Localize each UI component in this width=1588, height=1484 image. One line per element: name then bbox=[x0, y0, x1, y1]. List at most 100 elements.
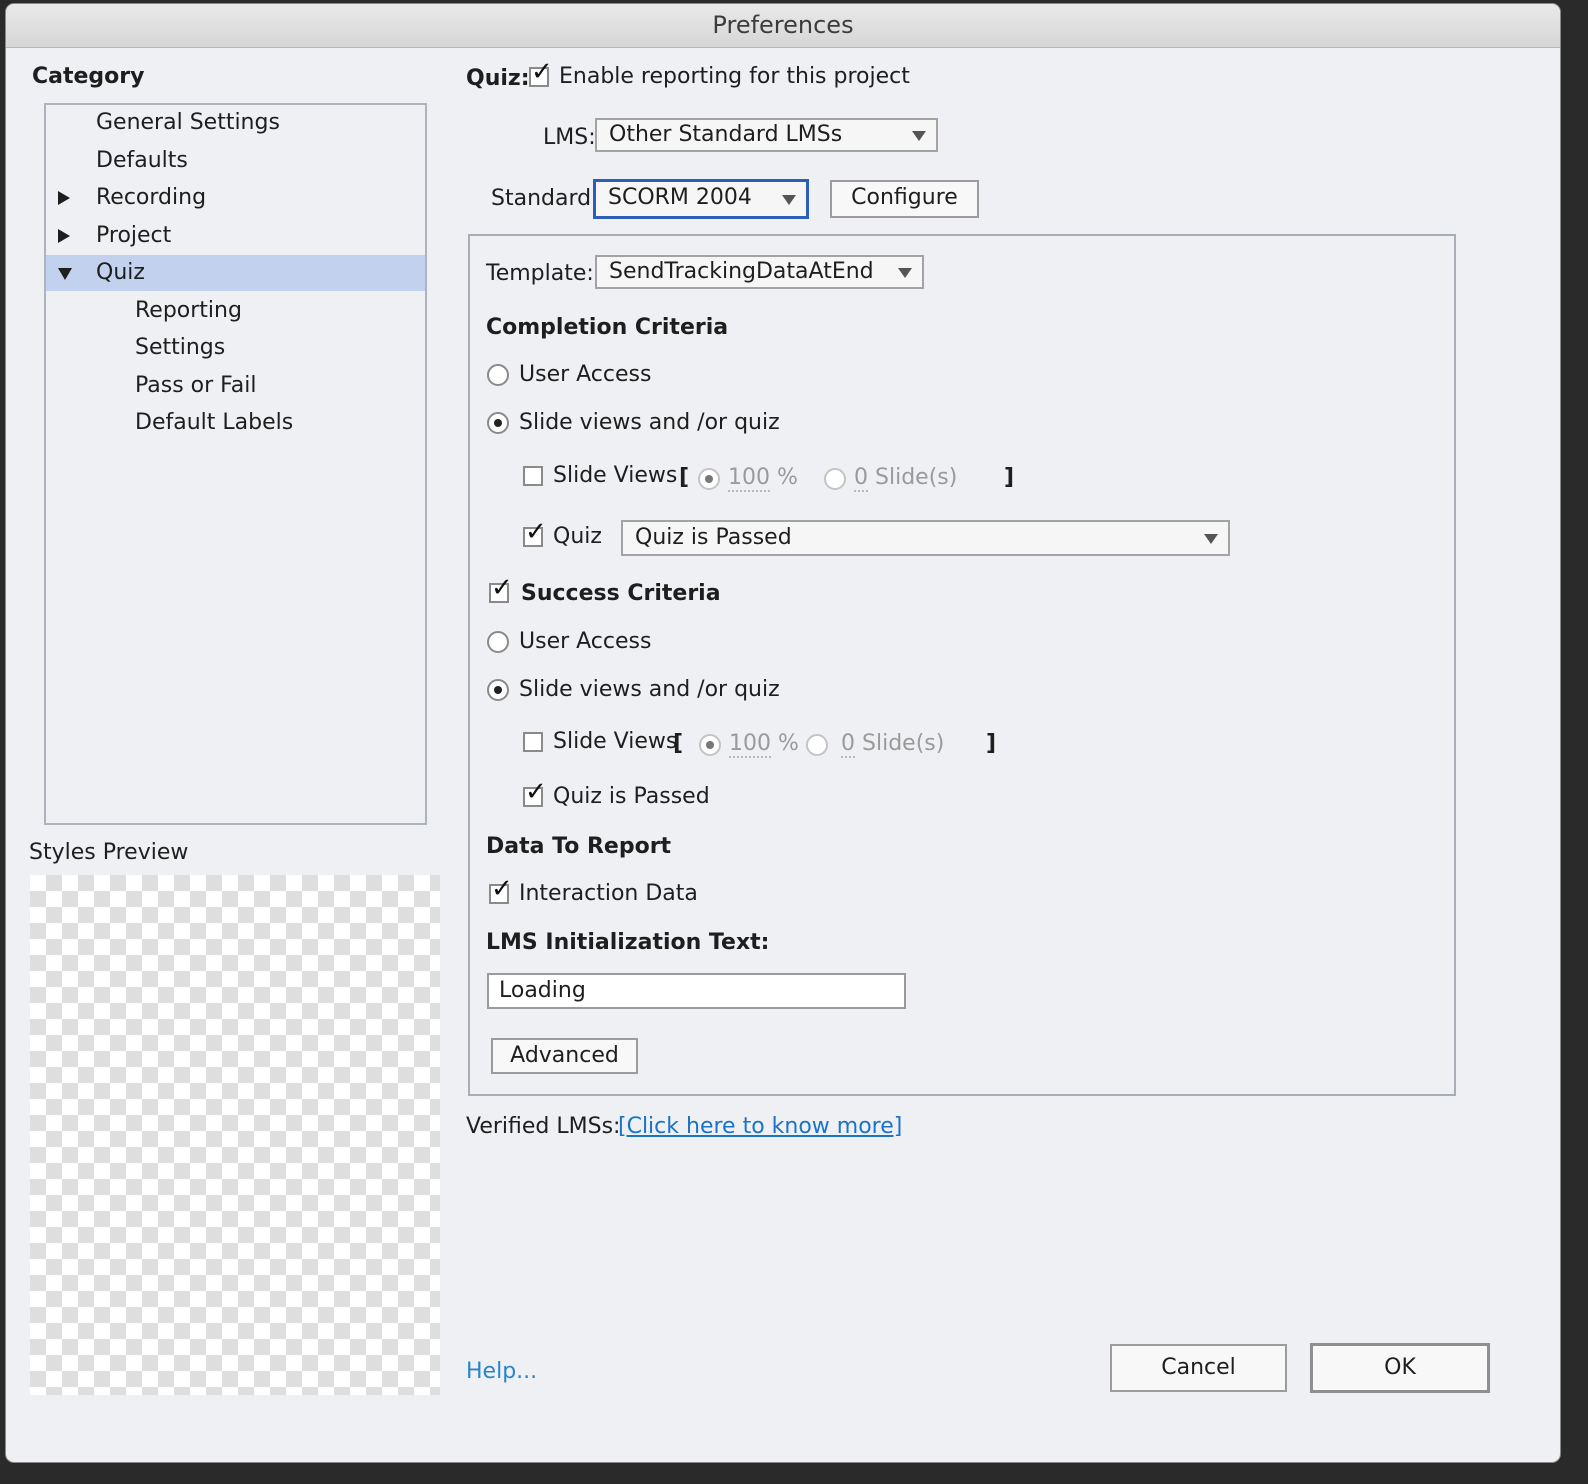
tree-item-general-settings[interactable]: General Settings bbox=[46, 105, 425, 141]
tree-item-reporting[interactable]: Reporting bbox=[46, 293, 425, 329]
lms-value: Other Standard LMSs bbox=[609, 122, 843, 147]
template-value: SendTrackingDataAtEnd bbox=[609, 259, 874, 284]
interaction-data-checkbox[interactable]: ✓ bbox=[489, 876, 513, 904]
tree-item-settings[interactable]: Settings bbox=[46, 330, 425, 366]
window-title: Preferences bbox=[6, 4, 1560, 48]
success-criteria-heading: Success Criteria bbox=[521, 581, 721, 606]
completion-percent-field[interactable]: 100 % bbox=[728, 465, 798, 492]
preferences-dialog: Preferences Category General Settings De… bbox=[6, 4, 1560, 1462]
completion-user-access-radio[interactable] bbox=[487, 364, 509, 386]
tree-item-label: Quiz bbox=[96, 260, 145, 285]
template-label: Template: bbox=[486, 261, 594, 286]
configure-button[interactable]: Configure bbox=[830, 180, 979, 218]
checkmark-icon: ✓ bbox=[525, 777, 547, 807]
success-slide-views-quiz-radio[interactable] bbox=[487, 679, 509, 701]
chevron-down-icon bbox=[912, 131, 926, 141]
collapse-arrow-icon[interactable] bbox=[58, 268, 72, 280]
completion-quiz-dropdown[interactable]: Quiz is Passed bbox=[621, 520, 1230, 556]
completion-percent-value: 100 bbox=[728, 465, 770, 492]
quiz-label: Quiz: bbox=[466, 66, 530, 91]
completion-percent-unit: % bbox=[777, 465, 798, 490]
tree-item-label: Project bbox=[96, 223, 172, 248]
completion-slides-unit: Slide(s) bbox=[875, 465, 958, 490]
completion-quiz-label: Quiz bbox=[553, 524, 602, 549]
completion-quiz-value: Quiz is Passed bbox=[635, 525, 792, 550]
completion-bracket-open: [ bbox=[679, 465, 690, 490]
tree-item-pass-or-fail[interactable]: Pass or Fail bbox=[46, 368, 425, 404]
tree-item-default-labels[interactable]: Default Labels bbox=[46, 405, 425, 441]
tree-item-label: Reporting bbox=[135, 298, 242, 323]
checkmark-icon: ✓ bbox=[491, 874, 513, 904]
checkmark-icon: ✓ bbox=[491, 573, 513, 603]
verified-lms-label: Verified LMSs: bbox=[466, 1114, 621, 1139]
styles-preview-label: Styles Preview bbox=[29, 840, 189, 865]
success-bracket-close: ] bbox=[986, 731, 997, 756]
lms-dropdown[interactable]: Other Standard LMSs bbox=[595, 118, 938, 152]
tree-item-label: General Settings bbox=[96, 110, 280, 135]
tree-item-defaults[interactable]: Defaults bbox=[46, 143, 425, 179]
tree-item-project[interactable]: Project bbox=[46, 218, 425, 254]
success-bracket-open: [ bbox=[673, 731, 684, 756]
interaction-data-label: Interaction Data bbox=[519, 881, 698, 906]
styles-preview-canvas bbox=[30, 875, 440, 1395]
tree-item-label: Pass or Fail bbox=[135, 373, 257, 398]
tree-item-recording[interactable]: Recording bbox=[46, 180, 425, 216]
category-tree[interactable]: General Settings Defaults Recording Proj… bbox=[44, 103, 427, 825]
success-user-access-radio[interactable] bbox=[487, 631, 509, 653]
chevron-down-icon bbox=[782, 195, 796, 205]
success-slide-views-checkbox[interactable] bbox=[523, 732, 543, 752]
category-heading: Category bbox=[32, 64, 145, 89]
enable-reporting-checkbox[interactable]: ✓ bbox=[529, 59, 553, 87]
success-percent-radio[interactable] bbox=[699, 734, 721, 756]
chevron-down-icon bbox=[898, 268, 912, 278]
success-percent-unit: % bbox=[778, 731, 799, 756]
tree-item-label: Recording bbox=[96, 185, 207, 210]
completion-bracket-close: ] bbox=[1004, 465, 1015, 490]
standard-dropdown[interactable]: SCORM 2004 bbox=[593, 179, 809, 219]
verified-lms-link[interactable]: [Click here to know more] bbox=[618, 1114, 902, 1139]
completion-slide-views-checkbox[interactable] bbox=[523, 466, 543, 486]
completion-slides-field[interactable]: 0 Slide(s) bbox=[854, 465, 958, 492]
checkmark-icon: ✓ bbox=[525, 517, 547, 547]
standard-label: Standard: bbox=[491, 186, 599, 211]
tree-item-quiz[interactable]: Quiz bbox=[46, 255, 425, 291]
chevron-down-icon bbox=[1204, 534, 1218, 544]
success-slides-unit: Slide(s) bbox=[862, 731, 945, 756]
radio-selected-dot bbox=[494, 686, 502, 694]
completion-percent-radio[interactable] bbox=[698, 468, 720, 490]
ok-button[interactable]: OK bbox=[1310, 1343, 1490, 1393]
completion-slides-radio[interactable] bbox=[824, 468, 846, 490]
success-percent-field[interactable]: 100 % bbox=[729, 731, 799, 758]
completion-user-access-label: User Access bbox=[519, 362, 652, 387]
tree-item-label: Defaults bbox=[96, 148, 188, 173]
completion-quiz-checkbox[interactable]: ✓ bbox=[523, 519, 547, 547]
success-slides-value: 0 bbox=[841, 731, 855, 758]
success-slide-views-quiz-label: Slide views and /or quiz bbox=[519, 677, 780, 702]
help-link[interactable]: Help... bbox=[466, 1359, 537, 1384]
radio-selected-dot bbox=[494, 419, 502, 427]
cancel-button[interactable]: Cancel bbox=[1110, 1344, 1287, 1392]
completion-criteria-heading: Completion Criteria bbox=[486, 315, 729, 340]
success-slides-field[interactable]: 0 Slide(s) bbox=[841, 731, 945, 758]
completion-slides-value: 0 bbox=[854, 465, 868, 492]
radio-selected-dot bbox=[705, 475, 713, 483]
completion-slide-views-quiz-radio[interactable] bbox=[487, 412, 509, 434]
success-quiz-passed-label: Quiz is Passed bbox=[553, 784, 710, 809]
completion-slide-views-label: Slide Views bbox=[553, 463, 678, 488]
tree-item-label: Settings bbox=[135, 335, 226, 360]
standard-value: SCORM 2004 bbox=[608, 185, 752, 210]
success-slides-radio[interactable] bbox=[806, 734, 828, 756]
data-to-report-heading: Data To Report bbox=[486, 834, 672, 859]
expand-arrow-icon[interactable] bbox=[58, 191, 70, 205]
enable-reporting-label: Enable reporting for this project bbox=[559, 64, 910, 89]
success-slide-views-label: Slide Views bbox=[553, 729, 678, 754]
radio-selected-dot bbox=[706, 741, 714, 749]
advanced-button[interactable]: Advanced bbox=[491, 1038, 638, 1074]
success-quiz-passed-checkbox[interactable]: ✓ bbox=[523, 779, 547, 807]
success-criteria-checkbox[interactable]: ✓ bbox=[489, 575, 513, 603]
checkmark-icon: ✓ bbox=[531, 57, 553, 87]
template-dropdown[interactable]: SendTrackingDataAtEnd bbox=[595, 255, 924, 289]
success-user-access-label: User Access bbox=[519, 629, 652, 654]
lms-init-text-input[interactable]: Loading bbox=[487, 973, 906, 1009]
expand-arrow-icon[interactable] bbox=[58, 229, 70, 243]
